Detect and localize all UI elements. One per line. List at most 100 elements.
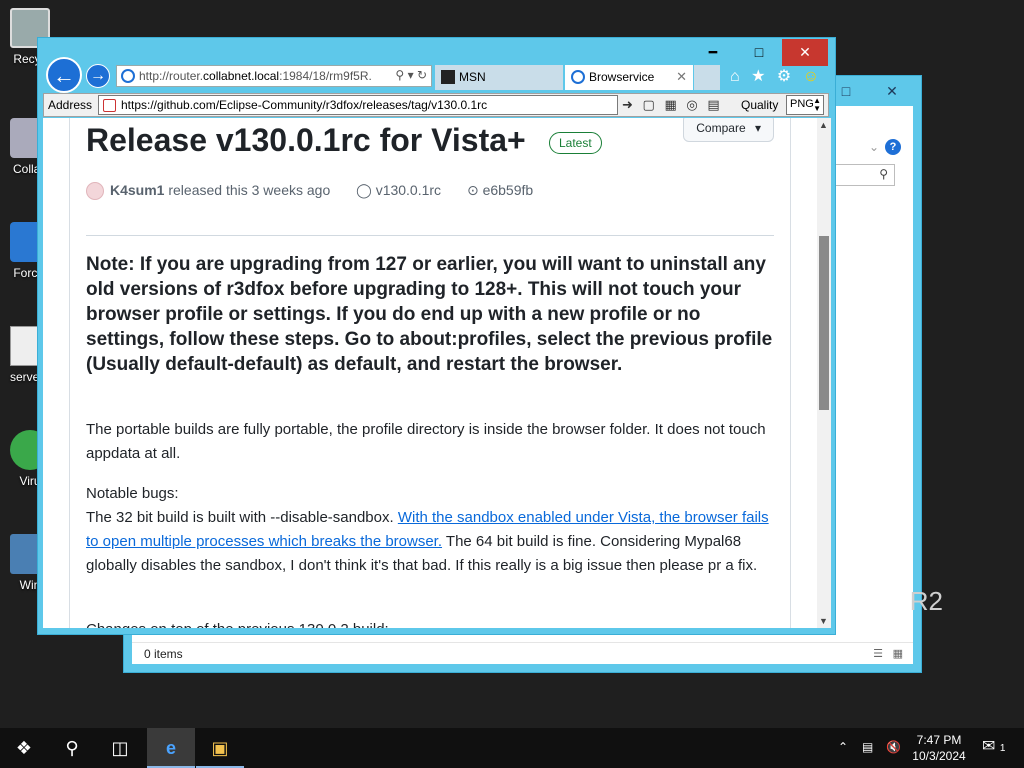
tab-label: Browservice [589,70,655,84]
chevron-down-icon[interactable]: ⌄ [869,140,879,154]
msn-icon [441,70,455,84]
search-icon[interactable]: ⚲ [395,68,404,82]
start-button[interactable]: ❖ [0,728,48,768]
vertical-scrollbar[interactable]: ▲ ▼ [817,118,831,628]
bookmarks-list-icon[interactable]: ▦ [664,97,676,112]
tab-browservice[interactable]: Browservice ✕ [565,65,693,90]
changes-heading: Changes on top of the previous 130.0.2 b… [86,618,776,628]
taskbar-ie-button[interactable]: e [147,728,195,768]
released-text: released this 3 weeks ago [168,182,331,198]
author-link[interactable]: K4sum1 [110,182,164,198]
url-input[interactable]: https://github.com/Eclipse-Community/r3d… [98,95,618,115]
tag-icon: ◯ [356,182,372,198]
notification-icon: ✉ [982,738,996,755]
task-view-button[interactable]: ◫ [96,728,144,768]
taskbar: ❖ ⚲ ◫ e ▣ ⌃ ▤ 🔇 7:47 PM 10/3/2024 ✉ 1 [0,728,1024,768]
address-suffix: :1984/18/rm9f5R. [279,69,372,83]
tab-msn[interactable]: MSN [435,65,563,90]
clock-time: 7:47 PM [916,733,962,747]
ie-logo-icon [571,70,585,84]
search-icon: ⚲ [65,738,79,758]
clipboard-icon[interactable]: ▤ [707,97,719,112]
release-card: Release v130.0.1rc for Vista+ Latest Com… [69,118,791,628]
address-host: collabnet.local [203,69,280,83]
windows-logo-icon: ❖ [15,738,33,758]
quality-value: PNG [790,98,814,110]
forward-button[interactable]: → [86,64,110,88]
bookmark-icon[interactable]: ▢ [643,97,655,112]
dropdown-icon[interactable]: ▾ [408,68,414,82]
explorer-item-count: 0 items [144,647,183,661]
volume-muted-icon[interactable]: 🔇 [886,740,901,754]
url-text: https://github.com/Eclipse-Community/r3d… [121,98,488,112]
details-view-icon[interactable]: ☰ [873,647,883,660]
explorer-status-bar: 0 items ☰ ▦ [132,642,913,664]
commit-icon: ⊙ [466,182,479,198]
ie-logo-icon: e [165,738,176,758]
release-title: Release v130.0.1rc for Vista+ [86,122,526,158]
new-tab-button[interactable] [694,65,720,90]
tag-link[interactable]: v130.0.1rc [376,182,441,198]
latest-badge: Latest [549,132,602,154]
address-tools: ⚲ ▾ ↻ [391,68,427,82]
arrow-left-icon: ← [53,63,75,88]
taskbar-explorer-button[interactable]: ▣ [196,728,244,768]
folder-icon: ▣ [211,738,229,758]
gear-icon[interactable]: ⚙ [777,68,791,85]
github-favicon-icon [103,99,116,112]
favorites-star-icon[interactable]: ★ [751,68,765,85]
avatar[interactable] [86,182,104,201]
network-icon[interactable]: ▤ [862,740,873,754]
commit-link[interactable]: e6b59fb [483,182,534,198]
notification-center-button[interactable]: ✉ 1 [982,736,1005,756]
ie-window[interactable]: ━ □ ✕ ← → http://router.collabnet.local:… [37,37,836,635]
quality-select[interactable]: PNG ▲ ▼ [786,95,824,115]
clock-date: 10/3/2024 [912,749,966,763]
arrow-right-icon: → [90,67,106,84]
back-button[interactable]: ← [46,57,82,93]
address-toolbar: Address https://github.com/Eclipse-Commu… [43,93,829,117]
search-button[interactable]: ⚲ [48,728,96,768]
scrollbar-thumb[interactable] [819,236,829,410]
home-icon[interactable]: ⌂ [730,68,740,85]
page-viewport[interactable]: Release v130.0.1rc for Vista+ Latest Com… [43,118,831,628]
minimize-button[interactable]: ━ [690,39,736,66]
address-prefix: http://router. [139,69,204,83]
quality-label: Quality [741,98,779,112]
ie-page-icon [121,69,135,83]
compare-label: Compare [696,121,746,135]
portable-builds-paragraph: The portable builds are fully portable, … [86,421,766,462]
notable-bugs-heading: Notable bugs: [86,485,179,502]
large-icons-view-icon[interactable]: ▦ [893,647,903,660]
chevron-up-icon[interactable]: ⌃ [838,740,848,754]
chevron-down-icon: ▾ [754,121,761,135]
bugs-text-1: The 32 bit build is built with --disable… [86,509,398,526]
notable-bugs-paragraph: The 32 bit build is built with --disable… [86,506,776,578]
close-button[interactable]: ✕ [782,39,828,66]
tab-label: MSN [459,70,486,84]
toolbar-icons: ➜ ▢ ▦ ◎ ▤ [622,97,726,113]
release-meta: K4sum1 released this 3 weeks ago ◯ v130.… [86,182,534,201]
smiley-feedback-icon[interactable]: ☺ [803,68,819,85]
divider [86,235,774,236]
os-watermark-text: R2 [909,586,943,616]
search-icon: ⚲ [879,167,888,181]
upgrade-note: Note: If you are upgrading from 127 or e… [86,254,773,375]
address-label: Address [48,98,93,112]
taskbar-clock[interactable]: 7:47 PM 10/3/2024 [905,732,973,764]
spinner-icon[interactable]: ▲ ▼ [813,97,821,113]
compare-button[interactable]: Compare ▾ [683,118,774,142]
ie-command-icons: ⌂ ★ ⚙ ☺ [730,66,826,86]
tab-close-icon[interactable]: ✕ [676,69,687,85]
explorer-close-button[interactable]: ✕ [870,78,914,104]
help-icon[interactable]: ? [885,139,901,155]
notification-count: 1 [999,743,1006,754]
maximize-button[interactable]: □ [736,39,782,66]
scroll-up-icon[interactable]: ▲ [819,120,828,130]
go-arrow-icon[interactable]: ➜ [622,97,633,112]
ie-address-bar[interactable]: http://router.collabnet.local:1984/18/rm… [116,65,432,87]
binoculars-find-icon[interactable]: ◎ [686,97,697,112]
scroll-down-icon[interactable]: ▼ [819,616,828,626]
refresh-icon[interactable]: ↻ [417,68,427,82]
task-view-icon: ◫ [111,738,129,758]
